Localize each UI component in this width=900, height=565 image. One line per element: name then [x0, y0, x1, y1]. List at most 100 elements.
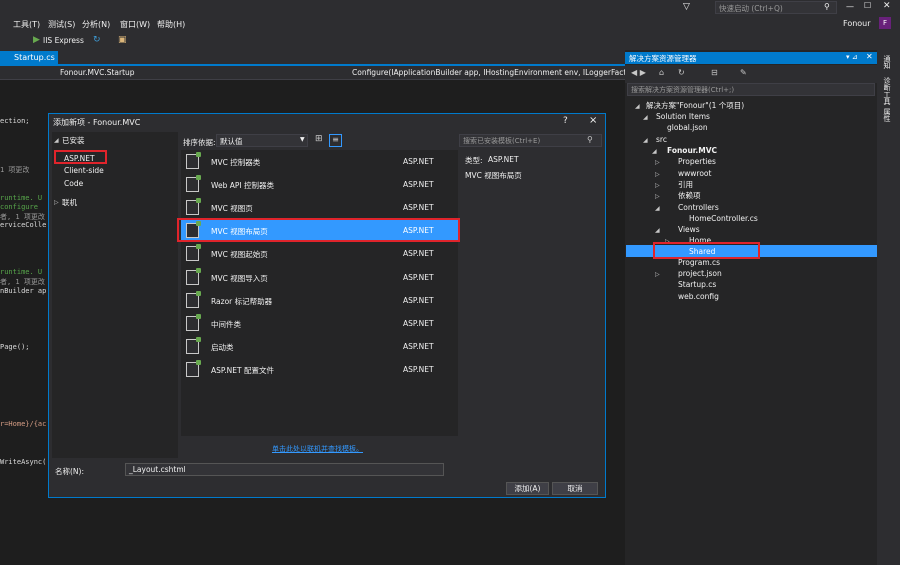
template-detail-pane: [460, 150, 603, 436]
template-name: Web API 控制器类: [211, 181, 274, 191]
template-item[interactable]: Razor 标记帮助器 ASP.NET: [181, 290, 458, 312]
template-item[interactable]: MVC 视图起始页 ASP.NET: [181, 243, 458, 265]
name-label: 名称(N):: [55, 467, 84, 476]
template-type: ASP.NET: [403, 295, 434, 305]
back-icon[interactable]: ◀ ▶: [631, 68, 646, 77]
online-link[interactable]: 单击此处以联机并查找模板。: [272, 444, 363, 454]
template-item[interactable]: MVC 控制器类 ASP.NET: [181, 151, 458, 173]
dialog-close-button[interactable]: ×: [589, 115, 597, 126]
template-item[interactable]: MVC 视图导入页 ASP.NET: [181, 267, 458, 289]
tree-home-controller[interactable]: HomeController.cs: [689, 213, 758, 224]
nav-method-dropdown[interactable]: Configure(IApplicationBuilder app, IHost…: [352, 68, 634, 77]
close-window-button[interactable]: ✕: [883, 1, 891, 11]
settings-icon[interactable]: ✎: [740, 68, 747, 77]
search-icon: ⚲: [824, 2, 830, 11]
menu-test[interactable]: 测试(S): [48, 19, 75, 30]
chevron-down-icon: ▼: [300, 136, 305, 143]
template-name: MVC 控制器类: [211, 158, 261, 167]
file-template-icon: [186, 175, 201, 193]
maximize-button[interactable]: ☐: [864, 1, 871, 10]
code-line: runtime. U: [0, 268, 43, 276]
menu-analyze[interactable]: 分析(N): [82, 19, 110, 30]
sort-value: 默认值: [220, 137, 243, 146]
template-item[interactable]: 中间件类 ASP.NET: [181, 313, 458, 335]
tree-solution-items[interactable]: Solution Items: [656, 111, 710, 122]
filter-icon[interactable]: ▽: [683, 2, 690, 12]
tree-web-config[interactable]: web.config: [678, 291, 719, 302]
template-name: 启动类: [211, 342, 234, 352]
tree-properties[interactable]: Properties: [678, 156, 716, 167]
tree-dependencies[interactable]: 依赖项: [678, 190, 701, 201]
user-name[interactable]: Fonour: [843, 19, 871, 28]
tab-properties[interactable]: 属性: [882, 108, 892, 122]
selected-template-highlight: [177, 218, 460, 243]
tree-global-json[interactable]: global.json: [667, 122, 708, 133]
file-template-icon: [186, 313, 201, 331]
tree-solution[interactable]: 解决方案"Fonour"(1 个项目): [646, 100, 744, 111]
menu-window[interactable]: 窗口(W): [120, 19, 150, 30]
menu-tools[interactable]: 工具(T): [13, 19, 40, 30]
template-name: MVC 视图页: [211, 204, 253, 214]
grid-view-icon[interactable]: ⊞: [315, 134, 323, 144]
tree-project[interactable]: Fonour.MVC: [667, 145, 717, 156]
tree-controllers[interactable]: Controllers: [678, 202, 719, 213]
quick-launch-input[interactable]: 快速启动 (Ctrl+Q): [715, 1, 837, 14]
template-item[interactable]: ASP.NET 配置文件 ASP.NET: [181, 359, 458, 381]
tree-views[interactable]: Views: [678, 224, 700, 235]
template-name: MVC 视图导入页: [211, 273, 268, 283]
tab-diagnostics[interactable]: 诊断工具: [882, 77, 892, 105]
category-installed[interactable]: 已安装: [62, 135, 85, 146]
template-item[interactable]: MVC 视图页 ASP.NET: [181, 197, 458, 219]
tab-notifications[interactable]: 通知: [882, 55, 892, 69]
tree-startup[interactable]: Startup.cs: [678, 279, 716, 290]
collapse-icon[interactable]: ⊟: [711, 68, 718, 77]
minimize-button[interactable]: —: [846, 2, 854, 11]
code-line: configure: [0, 203, 38, 211]
publish-icon[interactable]: ▣: [118, 35, 127, 45]
name-input[interactable]: _Layout.cshtml: [125, 463, 444, 476]
detail-description: MVC 视图布局页: [465, 171, 522, 180]
aspnet-highlight: [54, 150, 107, 164]
template-item[interactable]: Web API 控制器类 ASP.NET: [181, 174, 458, 196]
sort-dropdown[interactable]: 默认值: [216, 134, 308, 147]
run-target-button[interactable]: IIS Express: [43, 36, 84, 45]
solution-search-input[interactable]: 搜索解决方案资源管理器(Ctrl+;): [627, 83, 875, 96]
home-icon[interactable]: ⌂: [659, 68, 664, 77]
add-button[interactable]: 添加(A): [506, 482, 549, 495]
detail-type-value: ASP.NET: [488, 155, 519, 164]
category-code[interactable]: Code: [64, 179, 83, 188]
code-line: Page();: [0, 343, 30, 351]
pin-icon[interactable]: ▾ ⊿: [846, 53, 858, 61]
sort-label: 排序依据:: [183, 138, 216, 147]
file-template-icon: [186, 198, 201, 216]
code-line: 者, 1 项更改: [0, 278, 45, 286]
nav-project-dropdown[interactable]: Fonour.MVC.Startup: [60, 68, 135, 77]
tree-references[interactable]: 引用: [678, 179, 693, 190]
code-line: 1 项更改: [0, 166, 30, 174]
dialog-title: 添加新项 - Fonour.MVC: [49, 114, 605, 131]
sync-icon[interactable]: ↻: [678, 68, 685, 77]
category-online[interactable]: 联机: [62, 197, 77, 208]
file-template-icon: [186, 152, 201, 169]
play-icon[interactable]: ▶: [33, 35, 40, 45]
template-type: ASP.NET: [403, 318, 434, 328]
avatar[interactable]: F: [879, 17, 891, 29]
list-view-icon[interactable]: ≡: [329, 134, 342, 147]
cancel-button[interactable]: 取消: [552, 482, 598, 495]
refresh-icon[interactable]: ↻: [93, 35, 101, 45]
file-template-icon: [186, 267, 201, 285]
file-template-icon: [186, 290, 201, 308]
template-search-input[interactable]: 搜索已安装模板(Ctrl+E): [459, 134, 602, 147]
category-client-side[interactable]: Client-side: [64, 166, 104, 175]
menu-help[interactable]: 帮助(H): [157, 19, 185, 30]
tab-startup[interactable]: Startup.cs: [0, 51, 58, 66]
editor-tab-row: [0, 50, 625, 66]
tree-wwwroot[interactable]: wwwroot: [678, 168, 711, 179]
close-panel-icon[interactable]: ✕: [866, 52, 873, 61]
template-name: Razor 标记帮助器: [211, 296, 273, 306]
template-type: ASP.NET: [403, 180, 434, 190]
tree-project-json[interactable]: project.json: [678, 268, 722, 279]
help-button[interactable]: ?: [563, 116, 568, 126]
tree-src[interactable]: src: [656, 134, 667, 145]
template-item[interactable]: 启动类 ASP.NET: [181, 336, 458, 358]
